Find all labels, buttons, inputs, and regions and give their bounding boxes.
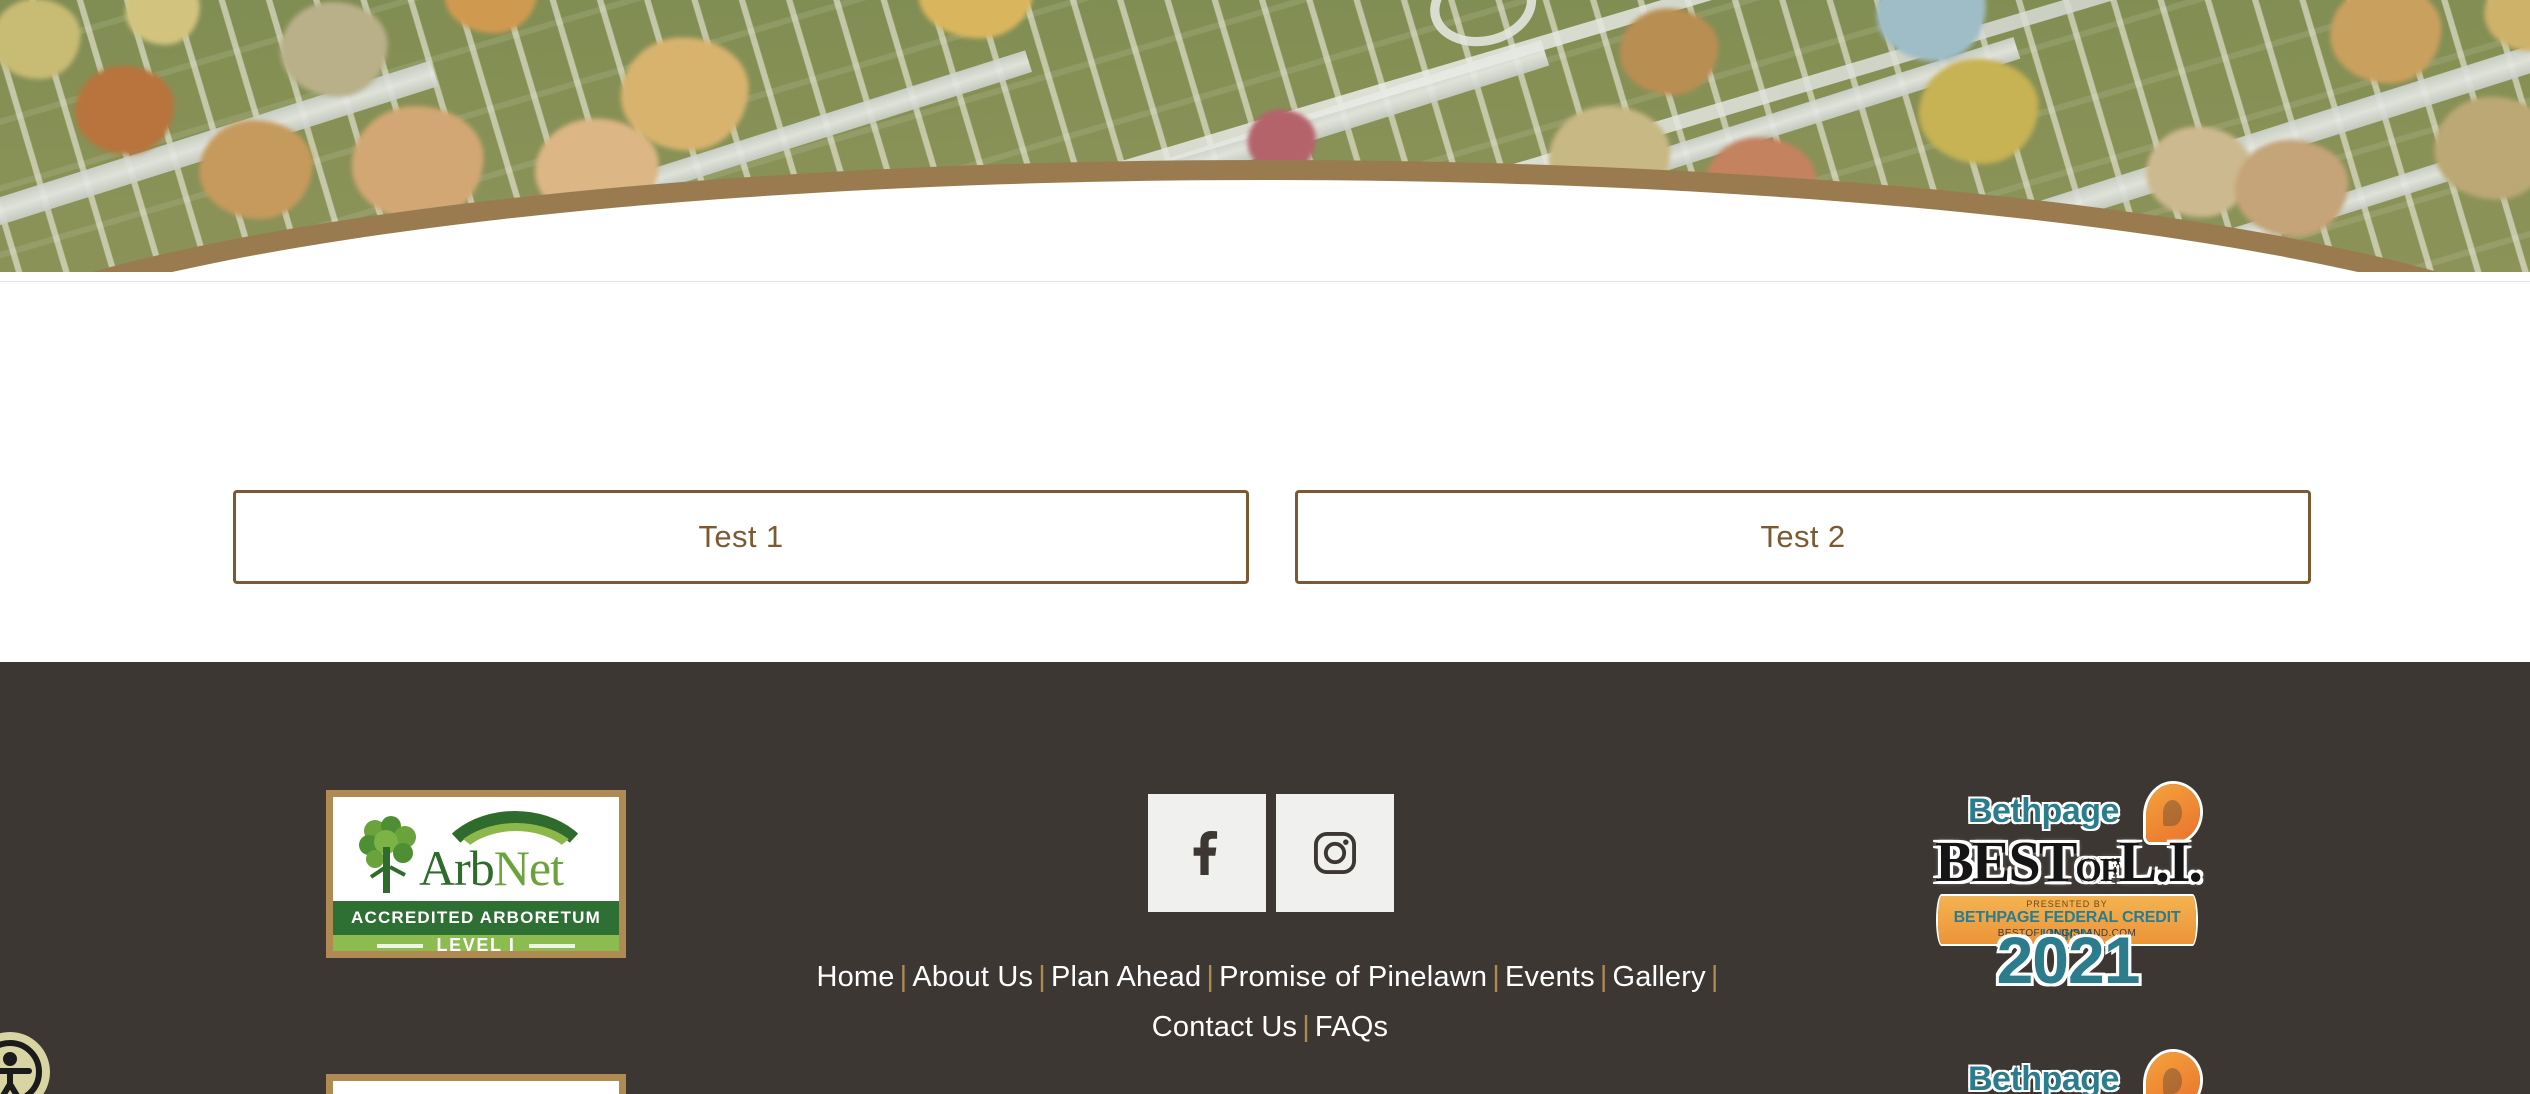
tree bbox=[74, 65, 175, 155]
facebook-icon bbox=[1193, 831, 1218, 875]
accessibility-person-icon bbox=[0, 1040, 42, 1094]
tree bbox=[2329, 0, 2442, 84]
nav-separator: | bbox=[899, 961, 908, 993]
accessibility-widget-button[interactable] bbox=[0, 1032, 50, 1094]
footer-link-events[interactable]: Events bbox=[1505, 961, 1595, 993]
footer-link-about-us[interactable]: About Us bbox=[912, 961, 1033, 993]
nav-separator: | bbox=[1302, 1011, 1310, 1043]
footer-link-contact-us[interactable]: Contact Us bbox=[1152, 1011, 1297, 1043]
footer-link-plan-ahead[interactable]: Plan Ahead bbox=[1051, 961, 1201, 993]
arbnet-logo-area: ArbNet bbox=[333, 1081, 619, 1094]
tree bbox=[125, 0, 201, 46]
footer-primary-nav: Home | About Us | Plan Ahead | Promise of Pine… bbox=[765, 952, 1775, 1052]
tree bbox=[0, 0, 81, 80]
tree bbox=[1918, 58, 2039, 165]
nav-separator: | bbox=[1492, 961, 1500, 993]
nav-separator: | bbox=[1710, 961, 1719, 993]
arbnet-accreditation-badge[interactable]: ArbNet ACCREDITED ARBORETUM LEVEL I bbox=[326, 790, 626, 958]
tree bbox=[620, 36, 750, 152]
tree bbox=[2484, 0, 2530, 52]
footer-legal-nav: Terms of Use|Privacy Policy|Delivery Pol… bbox=[615, 1082, 1915, 1094]
bethpage-year-label: 2021 bbox=[1996, 923, 2141, 997]
arbnet-logo-area: ArbNet bbox=[333, 797, 619, 901]
instagram-link[interactable] bbox=[1276, 794, 1394, 912]
arbnet-accreditation-badge-secondary[interactable]: ArbNet ACCREDITED ARBORETUM LEVEL I bbox=[326, 1074, 626, 1094]
nav-separator: | bbox=[1038, 961, 1046, 993]
arbnet-dash-left-icon bbox=[376, 943, 423, 948]
nav-separator: | bbox=[1206, 961, 1215, 993]
site-footer: ArbNet ACCREDITED ARBORETUM LEVEL I Home… bbox=[0, 662, 2530, 1094]
button-row: Test 1 Test 2 bbox=[233, 490, 2311, 584]
tree bbox=[918, 0, 1035, 40]
footer-link-faqs[interactable]: FAQs bbox=[1315, 1011, 1388, 1043]
hero-banner bbox=[0, 0, 2530, 272]
arbnet-tree-icon bbox=[359, 816, 416, 893]
bethpage-brand-wordmark: Bethpage bbox=[1968, 1060, 2119, 1094]
page-root: Test 1 Test 2 ArbNet ACCREDITED ARBORETU… bbox=[0, 0, 2530, 1094]
arbnet-level-row: LEVEL I bbox=[333, 935, 619, 955]
footer-link-promise-of-pinelawn[interactable]: Promise of Pinelawn bbox=[1219, 961, 1487, 993]
tree bbox=[2433, 96, 2530, 201]
test-2-button[interactable]: Test 2 bbox=[1295, 490, 2311, 584]
social-links bbox=[1148, 794, 1394, 912]
bethpage-presented-by-label: PRESENTED BY bbox=[2026, 899, 2108, 909]
arbnet-level-label: LEVEL I bbox=[436, 935, 516, 955]
tree bbox=[2145, 126, 2252, 218]
tree bbox=[1619, 7, 1719, 96]
footer-link-home[interactable]: Home bbox=[816, 961, 894, 993]
bethpage-brand-wordmark: Bethpage bbox=[1968, 792, 2119, 830]
test-1-button[interactable]: Test 1 bbox=[233, 490, 1249, 584]
nav-separator: | bbox=[1599, 961, 1608, 993]
arbnet-accredited-label: ACCREDITED ARBORETUM bbox=[333, 901, 619, 935]
arbnet-wordmark: ArbNet bbox=[419, 840, 564, 896]
tree bbox=[444, 0, 538, 34]
bethpage-best-of-li-badge[interactable]: Bethpage BESTOFL.I. PRESENTED BY BETHPAG… bbox=[1928, 784, 2208, 997]
tree bbox=[2234, 139, 2349, 238]
content-section: Test 1 Test 2 bbox=[0, 282, 2530, 662]
footer-link-gallery[interactable]: Gallery bbox=[1613, 961, 1706, 993]
instagram-icon bbox=[1314, 832, 1356, 874]
bethpage-b-logo-icon bbox=[2146, 1052, 2200, 1094]
tree bbox=[198, 119, 314, 220]
bethpage-best-of-li-badge-secondary[interactable]: Bethpage BESTOFL.I. PRESENTED BY BETHPAG… bbox=[1928, 1052, 2208, 1094]
bethpage-best-of-li-text: BESTOFL.I. bbox=[1935, 829, 2203, 894]
arbnet-dash-right-icon bbox=[529, 943, 576, 948]
facebook-link[interactable] bbox=[1148, 794, 1266, 912]
